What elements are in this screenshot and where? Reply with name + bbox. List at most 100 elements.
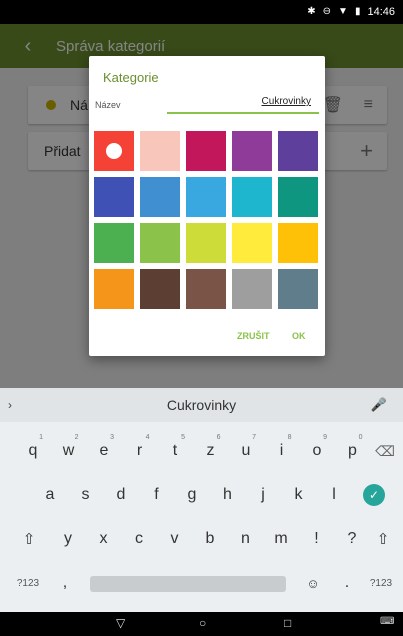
key-b[interactable]: b (194, 518, 226, 560)
key-c-label: c (135, 530, 143, 547)
color-swatch[interactable] (278, 131, 318, 171)
key-j[interactable]: j (247, 474, 279, 516)
key-d[interactable]: d (105, 474, 137, 516)
key-u-label: u (241, 442, 251, 459)
key-z-label: z (206, 442, 215, 459)
color-swatch[interactable] (232, 131, 272, 171)
shift-icon-label: ⇧ (22, 531, 36, 548)
key-v-label: v (170, 530, 179, 547)
key-o-label: o (312, 442, 322, 459)
symbols-key-right[interactable]: ?123 (362, 562, 400, 604)
selected-indicator (106, 143, 122, 159)
key-o[interactable]: o9 (301, 430, 333, 472)
key-y[interactable]: y (52, 518, 84, 560)
emoji-icon[interactable]: ☺ (298, 562, 328, 604)
key-p[interactable]: p0 (337, 430, 369, 472)
keyboard-icon[interactable]: ⌨ (380, 616, 394, 627)
key-i[interactable]: i8 (266, 430, 298, 472)
key-e-label: e (99, 442, 109, 459)
key-s[interactable]: s (70, 474, 102, 516)
key-q-label: q (28, 442, 38, 459)
color-swatch[interactable] (140, 223, 180, 263)
keyboard-row-3: ⇧ y x c v b n m!? ⇧ (0, 518, 403, 560)
name-input[interactable]: Cukrovinky (167, 96, 319, 114)
key-w[interactable]: w2 (53, 430, 85, 472)
color-swatch[interactable] (186, 131, 226, 171)
key-v[interactable]: v (159, 518, 191, 560)
suggestion-word[interactable]: Cukrovinky (0, 397, 403, 413)
key-q[interactable]: q1 (17, 430, 49, 472)
key-hint: 4 (145, 434, 150, 441)
color-swatch[interactable] (140, 131, 180, 171)
ok-button[interactable]: OK (292, 331, 306, 341)
color-swatch[interactable] (186, 223, 226, 263)
key-u[interactable]: u7 (230, 430, 262, 472)
color-palette (94, 131, 320, 309)
color-swatch[interactable] (278, 269, 318, 309)
nav-back-icon[interactable]: ▽ (116, 616, 125, 630)
color-swatch[interactable] (186, 269, 226, 309)
bluetooth-icon: ✱ (307, 6, 316, 17)
suggestion-strip: › Cukrovinky 🎤 (0, 388, 403, 422)
soft-keyboard: › Cukrovinky 🎤 q 1 w 2 e 3 r 4 t 5 z 6 u 7 i 8 o 9 p 0 ⌫ asd… (0, 388, 403, 612)
key-t[interactable]: t5 (159, 430, 191, 472)
key-w-label: w (62, 442, 75, 459)
symbols-key[interactable]: ?123 (10, 562, 46, 604)
home-icon[interactable]: ○ (199, 616, 206, 630)
color-swatch[interactable] (94, 177, 134, 217)
microphone-icon[interactable]: 🎤 (371, 397, 387, 413)
key-![interactable]: ! (301, 518, 333, 560)
key-r[interactable]: r4 (124, 430, 156, 472)
recents-icon[interactable]: □ (284, 616, 291, 630)
key-e[interactable]: e3 (88, 430, 120, 472)
checkmark-icon[interactable]: ✓ (362, 474, 386, 516)
key-z[interactable]: z6 (195, 430, 227, 472)
key-m-label: m (274, 530, 288, 547)
key-hint: 8 (287, 434, 292, 441)
key-hint: 3 (110, 434, 114, 441)
key-f-label: f (154, 486, 159, 503)
color-swatch[interactable] (186, 177, 226, 217)
period-key[interactable]: . (332, 562, 362, 604)
key-g[interactable]: g (176, 474, 208, 516)
shift-icon[interactable]: ⇧ (14, 518, 44, 560)
color-swatch[interactable] (278, 177, 318, 217)
key-hint: 5 (181, 434, 185, 441)
key-n[interactable]: n (230, 518, 262, 560)
chevron-right-icon[interactable]: › (8, 398, 12, 412)
key-?[interactable]: ? (336, 518, 368, 560)
status-bar: ✱ ⊖ ▼ ▮ 14:46 (0, 0, 403, 24)
color-swatch[interactable] (278, 223, 318, 263)
key-hint: 7 (252, 434, 256, 441)
color-swatch[interactable] (94, 131, 134, 171)
key-!-label: ! (314, 530, 319, 547)
key-h[interactable]: h (212, 474, 244, 516)
key-p-label: p (348, 442, 357, 459)
color-swatch[interactable] (232, 177, 272, 217)
key-g-label: g (187, 486, 197, 503)
cancel-button[interactable]: ZRUŠIT (237, 331, 270, 341)
key-l-label: l (332, 486, 336, 503)
backspace-icon[interactable]: ⌫ (370, 430, 400, 472)
color-swatch[interactable] (232, 269, 272, 309)
key-k[interactable]: k (283, 474, 315, 516)
color-swatch[interactable] (140, 177, 180, 217)
color-swatch[interactable] (140, 269, 180, 309)
color-swatch[interactable] (94, 269, 134, 309)
space-key[interactable] (90, 576, 286, 592)
key-x[interactable]: x (88, 518, 120, 560)
key-f[interactable]: f (141, 474, 173, 516)
keyboard-row-2: a s d f g h j k l ✓ (0, 474, 403, 516)
key-x-label: x (99, 530, 108, 547)
key-s-label: s (81, 486, 90, 503)
key-m[interactable]: m (265, 518, 297, 560)
key-a[interactable]: a (34, 474, 66, 516)
enter-key-circle: ✓ (363, 484, 385, 506)
color-swatch[interactable] (94, 223, 134, 263)
shift-icon-right[interactable]: ⇧ (368, 518, 398, 560)
key-c[interactable]: c (123, 518, 155, 560)
key-l[interactable]: l (318, 474, 350, 516)
comma-key[interactable]: , (50, 562, 80, 604)
key-hint: 0 (358, 434, 363, 441)
color-swatch[interactable] (232, 223, 272, 263)
